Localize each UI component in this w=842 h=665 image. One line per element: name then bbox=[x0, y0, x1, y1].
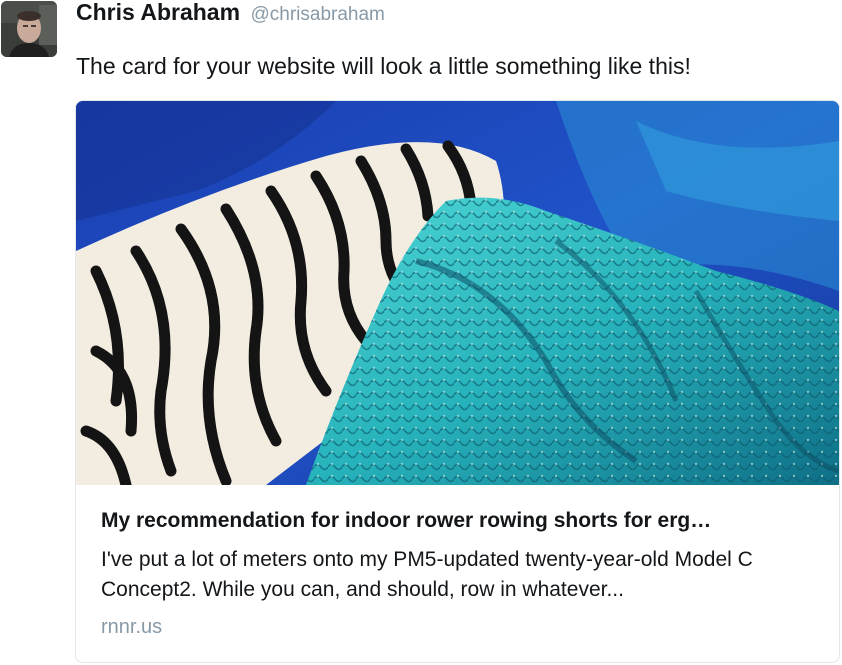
avatar-photo bbox=[1, 1, 57, 57]
card-domain[interactable]: rnnr.us bbox=[101, 616, 162, 639]
avatar[interactable] bbox=[1, 1, 57, 57]
link-card[interactable]: My recommendation for indoor rower rowin… bbox=[75, 100, 840, 663]
card-description: I've put a lot of meters onto my PM5-upd… bbox=[101, 548, 753, 601]
card-photo bbox=[76, 101, 839, 485]
tweet-text: The card for your website will look a li… bbox=[76, 53, 691, 79]
card-title[interactable]: My recommendation for indoor rower rowin… bbox=[101, 509, 711, 533]
author-name[interactable]: Chris Abraham bbox=[76, 0, 240, 25]
card-image[interactable] bbox=[76, 101, 839, 485]
card-body[interactable]: My recommendation for indoor rower rowin… bbox=[76, 485, 839, 662]
tweet: Chris Abraham @chrisabraham The card for… bbox=[0, 0, 842, 665]
author-handle[interactable]: @chrisabraham bbox=[250, 4, 384, 25]
tweet-header: Chris Abraham @chrisabraham bbox=[76, 0, 385, 26]
